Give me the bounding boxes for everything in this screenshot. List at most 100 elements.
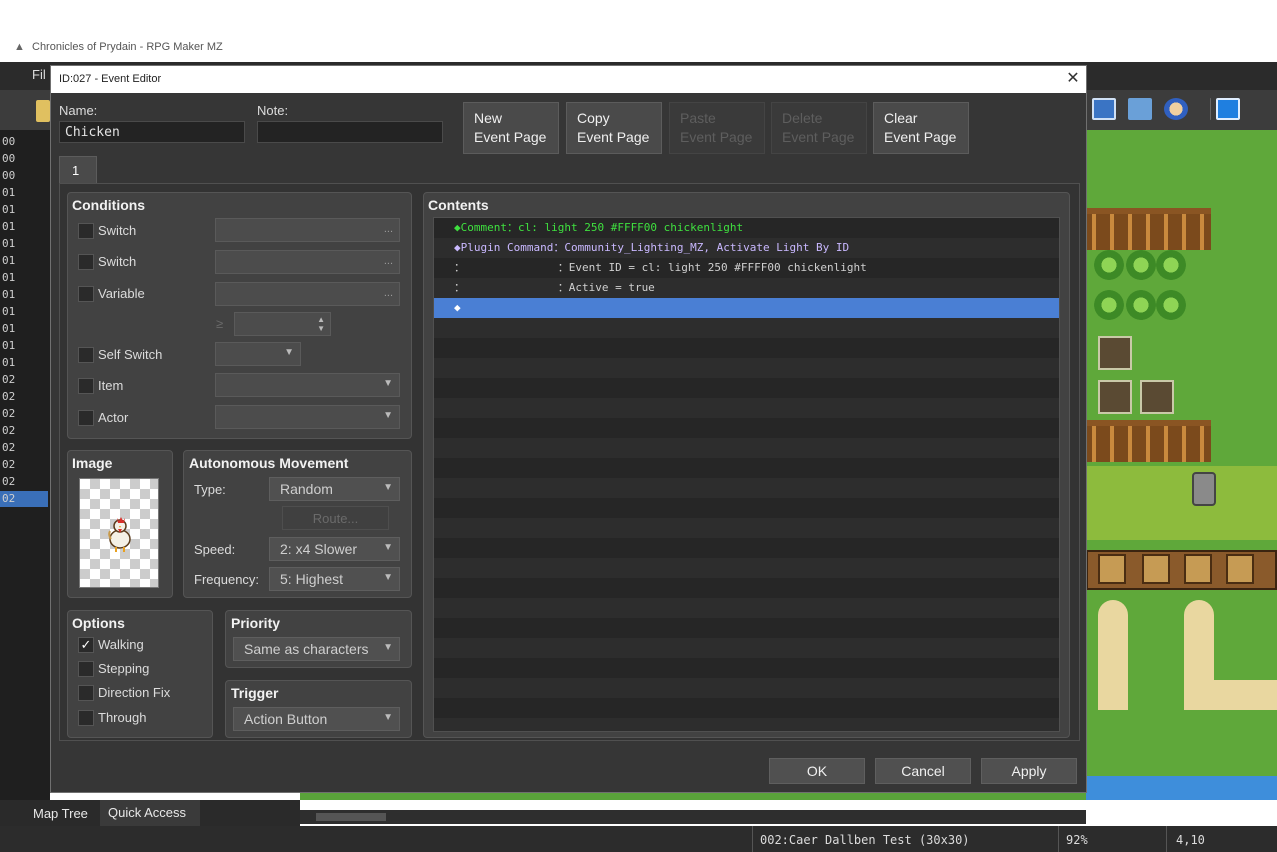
- empty-command-row: [434, 638, 1059, 658]
- movement-frequency-dropdown[interactable]: 5: Highest ▼: [269, 567, 400, 591]
- walking-label: Walking: [98, 637, 144, 652]
- map-list-item[interactable]: 02: [0, 389, 48, 405]
- crop-plot: [1140, 380, 1174, 414]
- map-canvas[interactable]: [1086, 130, 1277, 800]
- close-icon[interactable]: ✕: [1063, 69, 1083, 89]
- through-checkbox[interactable]: [78, 710, 94, 726]
- event-command-line[interactable]: ： ：Active = true: [434, 278, 1059, 298]
- empty-command-row: [434, 538, 1059, 558]
- button-label: Delete: [782, 110, 823, 126]
- map-list-item[interactable]: 02: [0, 491, 48, 507]
- spinner-arrows-icon[interactable]: ▲ ▼: [317, 315, 325, 333]
- map-list-item[interactable]: 01: [0, 202, 48, 218]
- chicken-sprite-icon: [108, 517, 131, 552]
- button-label: Event Page: [782, 129, 855, 145]
- map-horizontal-scrollbar[interactable]: [300, 810, 1086, 824]
- new-event-page-button[interactable]: New Event Page: [463, 102, 559, 154]
- empty-command-row: [434, 338, 1059, 358]
- map-list-item[interactable]: 02: [0, 457, 48, 473]
- menu-file[interactable]: Fil: [32, 67, 46, 82]
- map-list-item[interactable]: 00: [0, 168, 48, 184]
- empty-command-row: [434, 598, 1059, 618]
- switch1-checkbox[interactable]: [78, 223, 94, 239]
- variable-selector[interactable]: ...: [215, 282, 400, 306]
- new-project-icon[interactable]: [36, 100, 50, 122]
- map-list-item[interactable]: 00: [0, 134, 48, 150]
- direction-fix-checkbox[interactable]: [78, 685, 94, 701]
- map-list-item[interactable]: 01: [0, 253, 48, 269]
- switch2-selector[interactable]: ...: [215, 250, 400, 274]
- name-field[interactable]: Chicken: [59, 121, 245, 143]
- map-list-item[interactable]: 01: [0, 270, 48, 286]
- map-list-item[interactable]: 01: [0, 185, 48, 201]
- delete-event-page-button[interactable]: Delete Event Page: [771, 102, 867, 154]
- clear-event-page-button[interactable]: Clear Event Page: [873, 102, 969, 154]
- cancel-button[interactable]: Cancel: [875, 758, 971, 784]
- map-list-item[interactable]: 02: [0, 440, 48, 456]
- map-list-item[interactable]: 01: [0, 304, 48, 320]
- event-command-line[interactable]: ◆Comment：cl: light 250 #FFFF00 chickenli…: [434, 218, 1059, 238]
- button-label: Paste: [680, 110, 716, 126]
- resource-manager-icon[interactable]: [1128, 98, 1152, 120]
- map-list-item[interactable]: 02: [0, 372, 48, 388]
- trigger-dropdown[interactable]: Action Button ▼: [233, 707, 400, 731]
- crop: [1126, 250, 1156, 280]
- character-generator-icon[interactable]: [1164, 98, 1188, 120]
- map-list-item[interactable]: 01: [0, 219, 48, 235]
- paste-event-page-button[interactable]: Paste Event Page: [669, 102, 765, 154]
- status-coordinates: 4,10: [1176, 833, 1205, 847]
- self-switch-dropdown[interactable]: ▼: [215, 342, 301, 366]
- map-scrollbar-thumb[interactable]: [316, 813, 386, 821]
- map-list-item[interactable]: 00: [0, 151, 48, 167]
- status-divider: [1166, 826, 1167, 852]
- button-label: Copy: [577, 110, 610, 126]
- empty-command-row: [434, 518, 1059, 538]
- note-field[interactable]: [257, 121, 443, 143]
- variable-value-spinner[interactable]: ▲ ▼: [234, 312, 331, 336]
- dropdown-value: 2: x4 Slower: [280, 541, 358, 557]
- tab-map-tree[interactable]: Map Tree: [33, 806, 88, 821]
- chevron-down-icon: ▼: [383, 378, 393, 389]
- priority-dropdown[interactable]: Same as characters ▼: [233, 637, 400, 661]
- empty-command-row: [434, 718, 1059, 731]
- map-list-item[interactable]: 01: [0, 355, 48, 371]
- item-checkbox[interactable]: [78, 378, 94, 394]
- apply-button[interactable]: Apply: [981, 758, 1077, 784]
- route-button[interactable]: Route...: [282, 506, 389, 530]
- ok-button[interactable]: OK: [769, 758, 865, 784]
- note-label: Note:: [257, 103, 289, 118]
- self-switch-checkbox[interactable]: [78, 347, 94, 363]
- status-bar: 002:Caer Dallben Test (30x30) 92% 4,10: [0, 826, 1277, 852]
- stepping-checkbox[interactable]: [78, 661, 94, 677]
- event-command-list[interactable]: ◆Comment：cl: light 250 #FFFF00 chickenli…: [433, 217, 1060, 732]
- actor-checkbox[interactable]: [78, 410, 94, 426]
- event-image-preview[interactable]: [79, 478, 159, 588]
- crop: [1156, 250, 1186, 280]
- variable-checkbox[interactable]: [78, 286, 94, 302]
- event-command-line[interactable]: ◆Plugin Command：Community_Lighting_MZ, A…: [434, 238, 1059, 258]
- event-command-line[interactable]: ◆: [434, 298, 1059, 318]
- map-list-item[interactable]: 02: [0, 423, 48, 439]
- map-list-item[interactable]: 01: [0, 338, 48, 354]
- map-list-item[interactable]: 01: [0, 321, 48, 337]
- map-list-item[interactable]: 02: [0, 474, 48, 490]
- map-list-item[interactable]: 02: [0, 406, 48, 422]
- tab-page-1[interactable]: 1: [59, 156, 97, 184]
- switch2-checkbox[interactable]: [78, 254, 94, 270]
- copy-event-page-button[interactable]: Copy Event Page: [566, 102, 662, 154]
- playtest-icon[interactable]: [1216, 98, 1240, 120]
- switch1-selector[interactable]: ...: [215, 218, 400, 242]
- empty-command-row: [434, 358, 1059, 378]
- map-list-item[interactable]: 01: [0, 236, 48, 252]
- event-command-line[interactable]: ： ：Event ID = cl: light 250 #FFFF00 chic…: [434, 258, 1059, 278]
- item-dropdown[interactable]: ▼: [215, 373, 400, 397]
- walking-checkbox[interactable]: ✓: [78, 637, 94, 653]
- stone-lantern: [1192, 472, 1216, 506]
- movement-speed-dropdown[interactable]: 2: x4 Slower ▼: [269, 537, 400, 561]
- map-list-item[interactable]: 01: [0, 287, 48, 303]
- movement-type-dropdown[interactable]: Random ▼: [269, 477, 400, 501]
- actor-dropdown[interactable]: ▼: [215, 405, 400, 429]
- tab-quick-access[interactable]: Quick Access: [100, 800, 200, 826]
- conditions-title: Conditions: [72, 197, 146, 213]
- map-screenshot-icon[interactable]: [1092, 98, 1116, 120]
